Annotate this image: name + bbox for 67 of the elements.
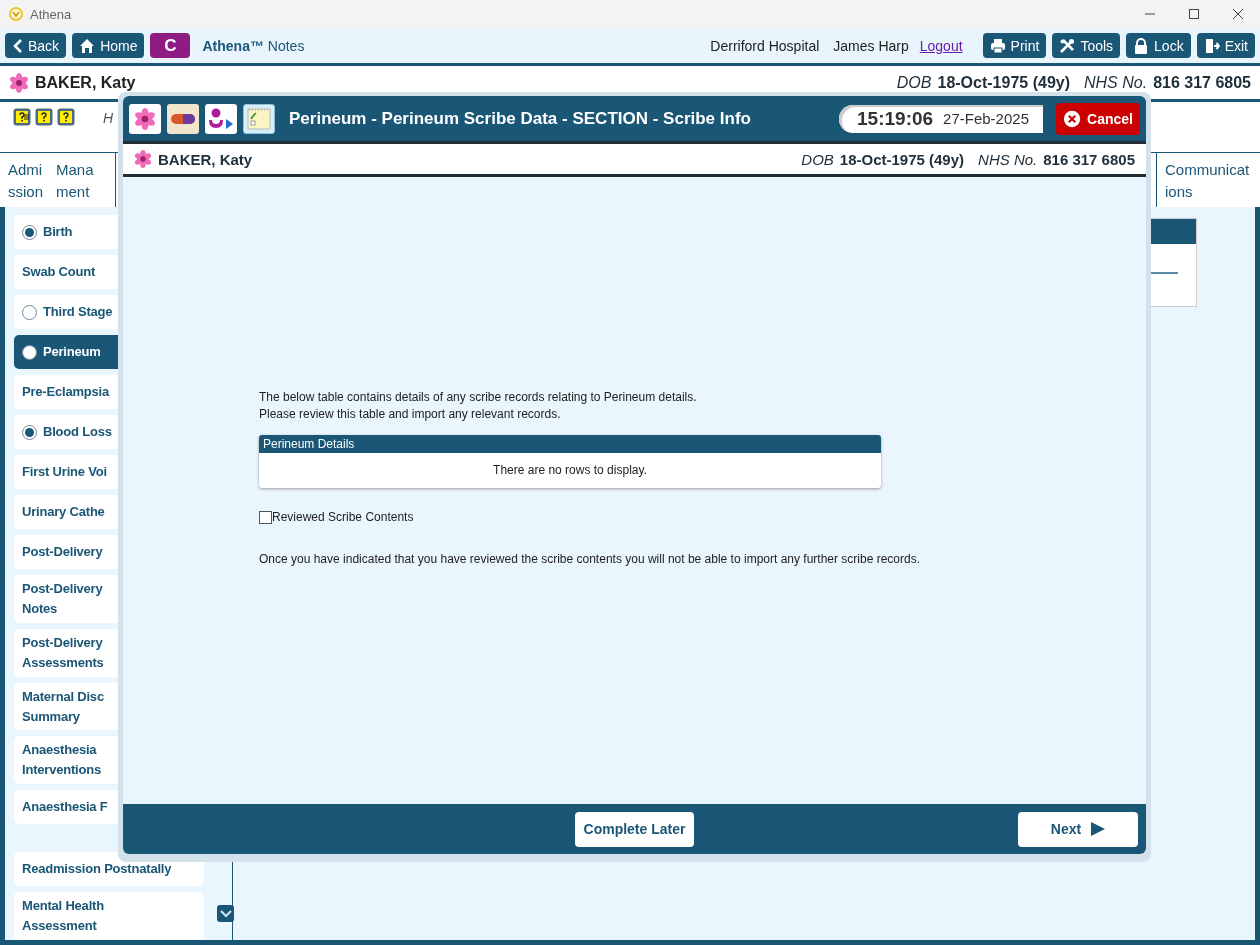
nhs-value: 816 317 6805	[1043, 150, 1135, 168]
exit-button[interactable]: Exit	[1196, 33, 1255, 58]
info-text: H	[103, 110, 114, 126]
intro-text: Please review this table and import any relevant records.	[259, 406, 562, 423]
nhs-value: 816 317 6805	[1153, 73, 1251, 92]
date-text: 27-Feb-2025	[943, 110, 1029, 127]
tools-button[interactable]: Tools	[1052, 33, 1121, 58]
home-button[interactable]: Home	[72, 33, 145, 58]
close-icon	[1233, 9, 1243, 19]
flower-icon	[134, 107, 156, 130]
capsule-icon	[170, 112, 196, 125]
letter-button[interactable]: C	[150, 33, 191, 58]
dob-label: DOB	[801, 150, 834, 168]
close-circle-icon	[1063, 108, 1082, 129]
exit-icon	[1203, 37, 1220, 54]
checkbox-label: Reviewed Scribe Contents	[272, 510, 414, 524]
radio-button[interactable]	[22, 344, 37, 360]
nhs-label: NHS No.	[978, 150, 1038, 168]
logout-link[interactable]: Logout	[919, 37, 963, 54]
print-button[interactable]: Print	[982, 33, 1047, 58]
play-icon	[1091, 822, 1106, 836]
window-title: Athena	[30, 6, 72, 22]
radio-label: Perineum	[43, 343, 101, 361]
dob-value: 18-Oct-1975 (49y)	[839, 150, 965, 168]
checkbox[interactable]	[259, 510, 272, 524]
cancel-button[interactable]: Cancel	[1056, 102, 1140, 135]
user-name: James Harp	[833, 37, 909, 54]
radio-label: Blood Loss	[43, 423, 112, 441]
app-logo-icon	[8, 6, 24, 22]
tools-icon	[1059, 37, 1076, 54]
help-icon	[35, 108, 53, 126]
sidebar-item[interactable]: Mental Health Assessment	[14, 892, 204, 940]
complete-later-button[interactable]: Complete Later	[574, 811, 695, 847]
intro-text: The below table contains details of any scribe records relating to Perineum details.	[259, 389, 698, 406]
dob-label: DOB	[896, 73, 932, 92]
app-name: Athena™ Notes	[202, 37, 305, 54]
nhs-label: NHS No.	[1084, 73, 1148, 92]
flower-icon	[134, 150, 152, 168]
dob-value: 18-Oct-1975 (49y)	[937, 73, 1070, 92]
dialog-title: Perineum - Perineum Scribe Data - SECTION - Scribe Info	[289, 108, 752, 129]
radio-label: Birth	[43, 223, 73, 241]
patient-name: BAKER, Katy	[158, 150, 253, 168]
note-text: Once you have indicated that you have reviewed the scribe contents you will not be able to import any further scribe records.	[259, 551, 922, 568]
chevron-left-icon	[12, 37, 23, 54]
radio-button[interactable]	[22, 224, 37, 240]
radio-button[interactable]	[22, 304, 37, 320]
radio-label: Third Stage	[43, 303, 113, 321]
notepad-icon	[247, 106, 271, 131]
help-list-icon	[13, 108, 31, 126]
back-button[interactable]: Back	[5, 33, 67, 58]
hospital-name: Derriford Hospital	[710, 37, 820, 54]
table-header: Perineum Details	[259, 435, 881, 453]
maximize-icon	[1189, 9, 1199, 19]
empty-message: There are no rows to display.	[492, 462, 648, 479]
printer-icon	[989, 37, 1006, 54]
help-icon	[57, 108, 75, 126]
next-button[interactable]: Next	[1018, 811, 1138, 847]
chevron-down-icon	[219, 909, 232, 918]
lock-button[interactable]: Lock	[1126, 33, 1191, 58]
lock-icon	[1133, 37, 1150, 54]
person-arrow-icon	[208, 107, 234, 130]
patient-name: BAKER, Katy	[35, 73, 136, 92]
scroll-down-button[interactable]	[217, 905, 234, 922]
radio-button[interactable]	[22, 424, 37, 440]
time-text: 15:19:06	[857, 107, 934, 130]
flower-icon	[9, 72, 29, 93]
home-icon	[79, 37, 96, 54]
